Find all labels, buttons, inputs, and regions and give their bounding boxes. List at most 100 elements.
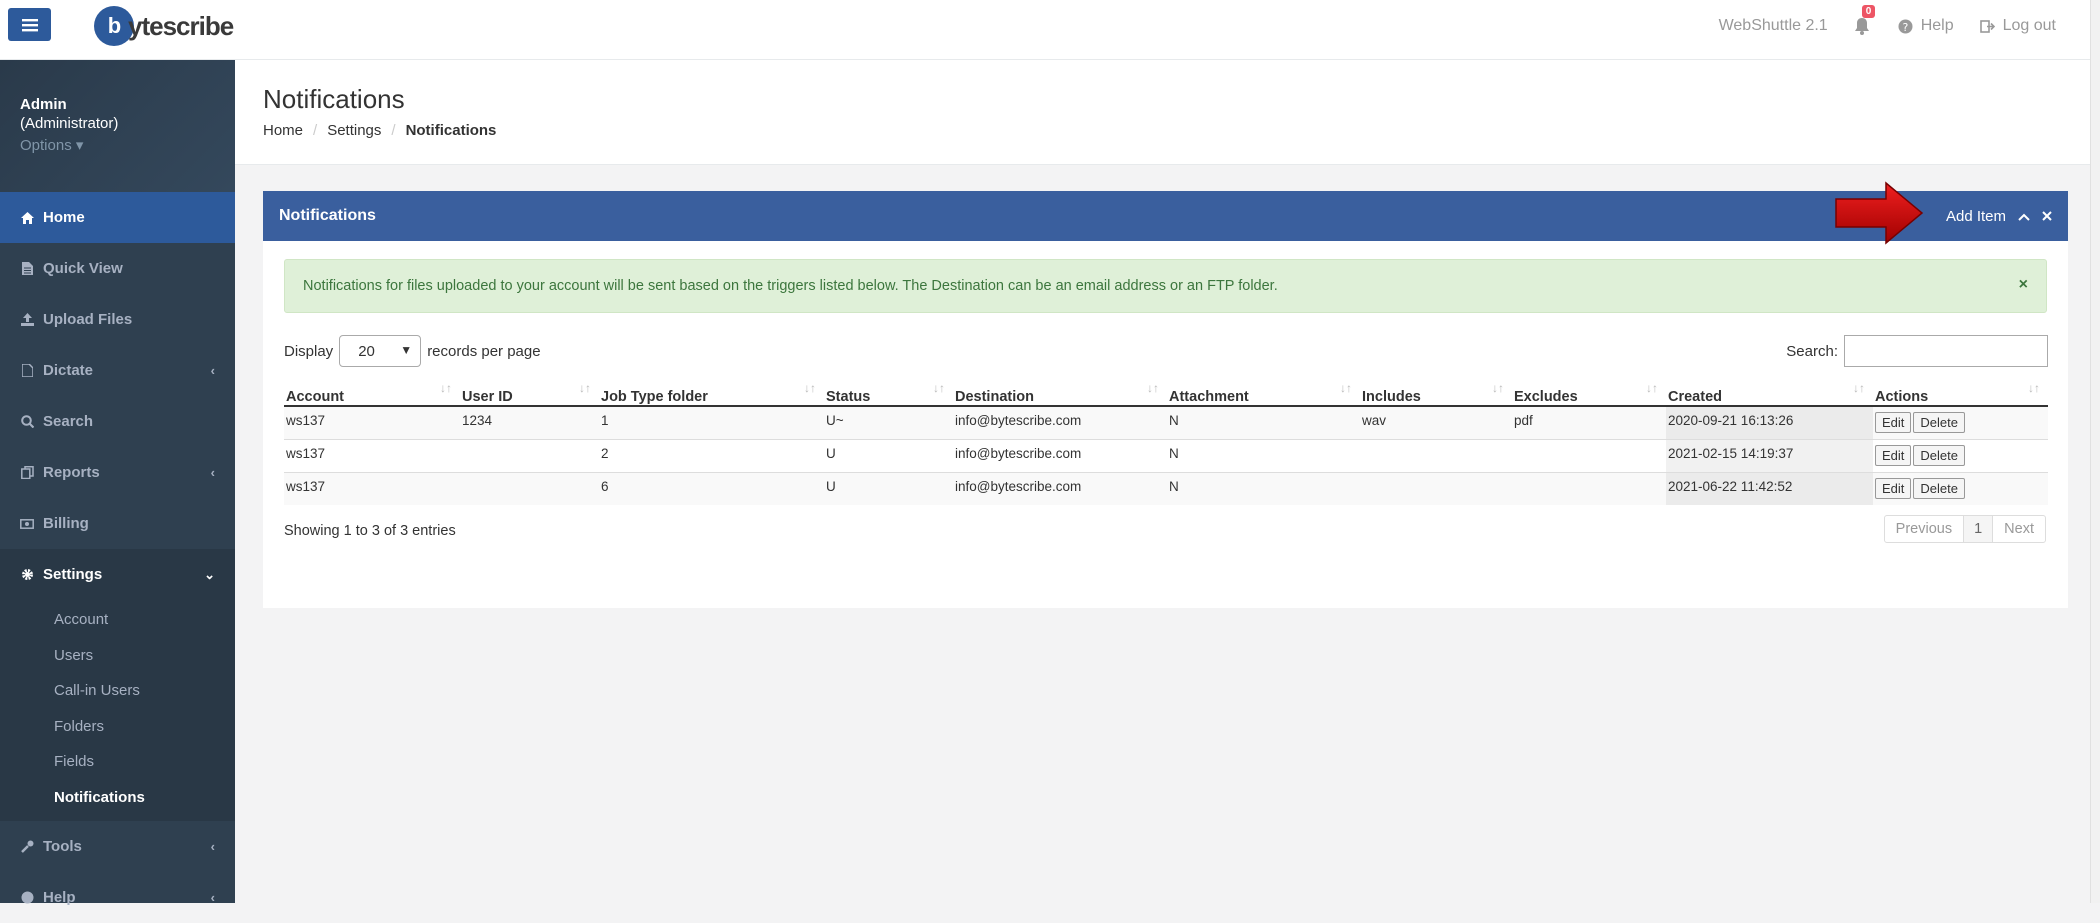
sidebar-item-quick-view[interactable]: Quick View bbox=[0, 243, 235, 294]
column-header-attachment[interactable]: Attachment ↓↑ bbox=[1167, 381, 1360, 407]
sort-icon: ↓↑ bbox=[1853, 381, 1865, 395]
sidebar-item-help[interactable]: Help ‹ bbox=[0, 872, 235, 923]
home-icon bbox=[20, 211, 34, 225]
alert-text: Notifications for files uploaded to your… bbox=[303, 278, 1278, 294]
money-icon bbox=[20, 517, 34, 531]
edit-button[interactable]: Edit bbox=[1875, 412, 1912, 433]
table-cell: 6 bbox=[599, 471, 824, 505]
actions-cell: Edit Delete bbox=[1873, 405, 2048, 439]
sort-icon: ↓↑ bbox=[579, 381, 591, 395]
table-cell: U bbox=[824, 438, 953, 472]
sort-icon: ↓↑ bbox=[440, 381, 452, 395]
next-page-button[interactable]: Next bbox=[1993, 516, 2045, 542]
svg-text:?: ? bbox=[1902, 21, 1908, 34]
sidebar-item-search[interactable]: Search bbox=[0, 396, 235, 447]
column-header-actions[interactable]: Actions ↓↑ bbox=[1873, 381, 2048, 407]
table-cell: N bbox=[1167, 471, 1360, 505]
chevron-down-icon: ▼ bbox=[400, 343, 413, 357]
table-cell bbox=[1512, 471, 1666, 505]
column-header-job-type-folder[interactable]: Job Type folder ↓↑ bbox=[599, 381, 824, 407]
column-header-user-id[interactable]: User ID ↓↑ bbox=[460, 381, 599, 407]
page-size-select[interactable]: 20 ▼ bbox=[339, 335, 422, 367]
logo-text: ytescribe bbox=[128, 10, 234, 41]
sort-icon: ↓↑ bbox=[1646, 381, 1658, 395]
breadcrumb-home[interactable]: Home bbox=[263, 122, 303, 139]
profile-options-dropdown[interactable]: Options ▾ bbox=[20, 136, 215, 154]
table-cell: info@bytescribe.com bbox=[953, 438, 1167, 472]
table-cell: N bbox=[1167, 438, 1360, 472]
table-cell: 2021-06-22 11:42:52 bbox=[1666, 471, 1873, 505]
table-cell: 1234 bbox=[460, 405, 599, 439]
table-cell bbox=[1360, 471, 1512, 505]
sidebar-item-upload-files[interactable]: Upload Files bbox=[0, 294, 235, 345]
sidebar-item-settings[interactable]: Settings ⌄ bbox=[0, 549, 235, 600]
panel-header: Notifications Add Item bbox=[263, 181, 2068, 245]
column-header-excludes[interactable]: Excludes ↓↑ bbox=[1512, 381, 1666, 407]
table-cell: 2 bbox=[599, 438, 824, 472]
notifications-bell[interactable]: 0 bbox=[1854, 5, 1876, 35]
submenu-item-call-in-users[interactable]: Call-in Users bbox=[0, 673, 235, 709]
table-cell: info@bytescribe.com bbox=[953, 405, 1167, 439]
edit-button[interactable]: Edit bbox=[1875, 477, 1912, 499]
page-1-button[interactable]: 1 bbox=[1964, 516, 1994, 542]
chevron-left-icon: ‹ bbox=[210, 465, 215, 480]
table-cell: 1 bbox=[599, 405, 824, 439]
red-arrow-annotation-icon bbox=[1835, 181, 1924, 245]
table-row: ws137 2 Uinfo@bytescribe.com N 2021-02-15 14… bbox=[284, 438, 2048, 472]
logout-link[interactable]: Log out bbox=[1979, 17, 2056, 35]
edit-button[interactable]: Edit bbox=[1875, 444, 1912, 466]
breadcrumb-settings[interactable]: Settings bbox=[327, 122, 381, 139]
hamburger-icon bbox=[21, 18, 38, 31]
file-icon bbox=[20, 262, 34, 276]
table-cell bbox=[460, 471, 599, 505]
panel-title: Notifications bbox=[279, 207, 376, 224]
collapse-chevron-up-icon[interactable] bbox=[2018, 208, 2030, 225]
hamburger-menu-button[interactable] bbox=[8, 8, 51, 41]
page-heading: Notifications Home / Settings / Notifica… bbox=[235, 60, 2100, 165]
settings-submenu: Account Users Call-in Users Folders Fiel… bbox=[0, 600, 235, 821]
previous-page-button[interactable]: Previous bbox=[1885, 516, 1965, 542]
submenu-item-notifications[interactable]: Notifications bbox=[0, 780, 235, 816]
page-scrollbar[interactable] bbox=[2090, 0, 2100, 903]
submenu-item-fields[interactable]: Fields bbox=[0, 744, 235, 780]
submenu-item-folders[interactable]: Folders bbox=[0, 709, 235, 745]
chevron-down-icon: ⌄ bbox=[204, 566, 215, 582]
delete-button[interactable]: Delete bbox=[1913, 412, 1965, 433]
sidebar-item-tools[interactable]: Tools ‹ bbox=[0, 821, 235, 872]
submenu-item-account[interactable]: Account bbox=[0, 602, 235, 638]
table-row: ws137 1234 1 U~ info@bytescribe.com Nwav pdf 20… bbox=[284, 405, 2048, 439]
delete-button[interactable]: Delete bbox=[1913, 477, 1965, 499]
table-cell: U~ bbox=[824, 405, 953, 439]
question-circle-icon bbox=[20, 891, 34, 905]
alert-close-icon[interactable]: × bbox=[2019, 276, 2028, 294]
column-header-created[interactable]: Created ↓↑ bbox=[1666, 381, 1873, 407]
top-navbar: b ytescribe WebShuttle 2.1 0 ? Help Log … bbox=[0, 0, 2100, 60]
table-info: Showing 1 to 3 of 3 entries bbox=[284, 523, 456, 539]
column-header-includes[interactable]: Includes ↓↑ bbox=[1360, 381, 1512, 407]
sort-icon: ↓↑ bbox=[933, 381, 945, 395]
sidebar-item-dictate[interactable]: Dictate ‹ bbox=[0, 345, 235, 396]
column-header-destination[interactable]: Destination ↓↑ bbox=[953, 381, 1167, 407]
help-link[interactable]: ? Help bbox=[1898, 17, 1954, 35]
bytescribe-logo[interactable]: b ytescribe bbox=[94, 6, 234, 46]
search-control: Search: bbox=[1786, 335, 2048, 367]
upload-icon bbox=[20, 313, 34, 327]
gear-icon bbox=[20, 568, 34, 582]
delete-button[interactable]: Delete bbox=[1913, 444, 1965, 466]
submenu-item-users[interactable]: Users bbox=[0, 638, 235, 674]
sort-icon: ↓↑ bbox=[1340, 381, 1352, 395]
add-item-button[interactable]: Add Item bbox=[1946, 208, 2006, 225]
search-label: Search: bbox=[1786, 342, 1838, 360]
sidebar-item-reports[interactable]: Reports ‹ bbox=[0, 447, 235, 498]
notifications-panel: Notifications Add Item Notifications for… bbox=[263, 181, 2068, 608]
column-header-status[interactable]: Status ↓↑ bbox=[824, 381, 953, 407]
sidebar-item-home[interactable]: Home bbox=[0, 192, 235, 243]
table-cell bbox=[1360, 438, 1512, 472]
column-header-account[interactable]: Account ↓↑ bbox=[284, 381, 460, 407]
close-icon[interactable] bbox=[2042, 208, 2052, 225]
question-circle-icon: ? bbox=[1898, 19, 1913, 34]
table-cell: pdf bbox=[1512, 405, 1666, 439]
search-input[interactable] bbox=[1844, 335, 2048, 367]
sidebar-item-billing[interactable]: Billing bbox=[0, 498, 235, 549]
notifications-table: Account ↓↑ User ID ↓↑ Job Type folder ↓↑ Statu… bbox=[284, 381, 2048, 505]
